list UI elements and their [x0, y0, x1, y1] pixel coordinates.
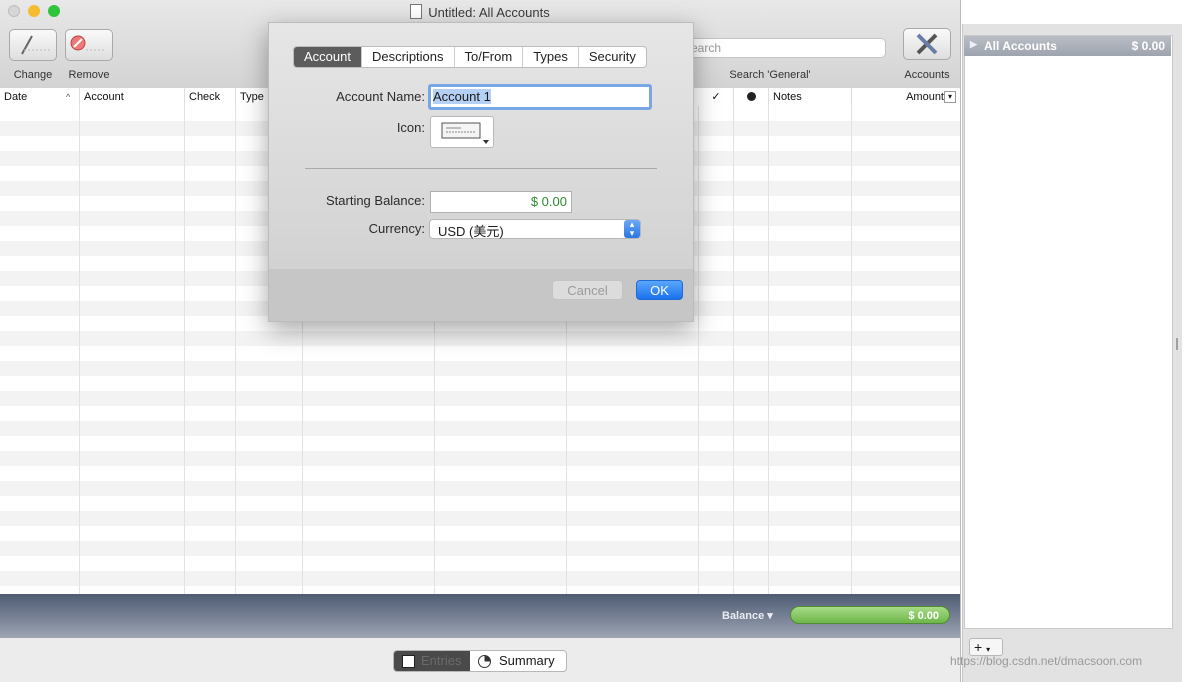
- summary-tab[interactable]: Summary: [470, 651, 566, 671]
- column-divider: [184, 106, 185, 594]
- accounts-list: [964, 35, 1173, 629]
- starting-balance-label: Starting Balance:: [325, 193, 425, 208]
- column-date-label: Date: [4, 91, 28, 103]
- popup-arrows-icon[interactable]: ▴ ▾: [624, 220, 640, 238]
- column-header-cleared[interactable]: ✓: [699, 88, 734, 106]
- cancel-button[interactable]: Cancel: [552, 280, 623, 300]
- check-icon: [441, 122, 489, 144]
- separator: [305, 168, 657, 169]
- entries-tab[interactable]: Entries: [394, 651, 470, 671]
- sheet-footer: Cancel OK: [269, 269, 693, 321]
- account-name-label: Account Name:: [336, 89, 425, 104]
- pie-chart-icon: [478, 654, 491, 668]
- document-icon: [410, 4, 423, 19]
- ok-button[interactable]: OK: [636, 280, 683, 300]
- column-divider: [235, 106, 236, 594]
- column-header-account[interactable]: Account: [80, 88, 185, 106]
- icon-label: Icon:: [396, 120, 425, 135]
- summary-tab-label: Summary: [499, 653, 555, 668]
- change-button[interactable]: [9, 29, 57, 61]
- remove-button[interactable]: [65, 29, 113, 61]
- tab-account[interactable]: Account: [294, 47, 362, 67]
- account-name-field[interactable]: Account 1: [428, 84, 652, 110]
- column-divider: [768, 106, 769, 594]
- window-title: Untitled: All Accounts: [0, 4, 960, 20]
- account-name-value: Account 1: [433, 89, 491, 104]
- change-label: Change: [13, 69, 53, 81]
- tab-security[interactable]: Security: [579, 47, 646, 67]
- column-divider: [79, 106, 80, 594]
- watermark: https://blog.csdn.net/dmacsoon.com: [950, 654, 1143, 668]
- sidebar-item-all-accounts[interactable]: ▶ All Accounts $ 0.00: [964, 36, 1171, 56]
- column-header-notes[interactable]: Notes: [769, 88, 852, 106]
- new-account-sheet: Account Descriptions To/From Types Secur…: [268, 22, 694, 322]
- inbox-icon: [402, 654, 415, 668]
- tab-to-from[interactable]: To/From: [455, 47, 524, 67]
- sidebar-item-label: All Accounts: [984, 39, 1057, 53]
- resize-handle[interactable]: [1176, 338, 1178, 350]
- icon-picker[interactable]: [430, 116, 494, 148]
- balance-menu[interactable]: Balance ▾: [722, 609, 773, 622]
- view-switcher: Entries Summary: [393, 650, 567, 672]
- column-header-reconciled[interactable]: [734, 88, 769, 106]
- tab-types[interactable]: Types: [523, 47, 579, 67]
- disclosure-triangle-icon[interactable]: ▶: [970, 39, 977, 50]
- starting-balance-field[interactable]: $ 0.00: [430, 191, 572, 213]
- currency-label: Currency:: [368, 221, 425, 236]
- column-header-check[interactable]: Check: [185, 88, 236, 106]
- accounts-label: Accounts: [904, 69, 950, 81]
- balance-bar: Balance ▾ $ 0.00: [0, 594, 960, 638]
- currency-select[interactable]: USD (美元): [429, 219, 641, 239]
- column-header-date[interactable]: Date ^: [0, 88, 80, 106]
- window-title-text: Untitled: All Accounts: [428, 5, 550, 20]
- check-circle-icon: [746, 92, 756, 101]
- sort-ascending-icon: ^: [66, 92, 71, 102]
- column-divider: [733, 106, 734, 594]
- accounts-button[interactable]: [903, 28, 951, 60]
- column-divider: [698, 106, 699, 594]
- currency-value: USD (美元): [438, 224, 504, 239]
- remove-label: Remove: [68, 69, 110, 81]
- search-scope-label: Search 'General': [729, 69, 811, 81]
- chevron-down-icon: ▾: [986, 645, 991, 654]
- column-menu-icon[interactable]: ▾: [944, 91, 956, 103]
- sheet-content: Account Descriptions To/From Types Secur…: [269, 23, 693, 269]
- pencil-icon: [21, 35, 50, 55]
- no-entry-icon: [70, 35, 106, 51]
- tools-icon: [916, 33, 938, 55]
- sidebar-item-value: $ 0.00: [1131, 39, 1165, 53]
- column-divider: [851, 106, 852, 594]
- entries-tab-label: Entries: [421, 653, 462, 668]
- sheet-tabs: Account Descriptions To/From Types Secur…: [293, 46, 647, 68]
- search-input[interactable]: earch: [684, 38, 886, 58]
- tab-descriptions[interactable]: Descriptions: [362, 47, 455, 67]
- balance-value: $ 0.00: [790, 606, 950, 624]
